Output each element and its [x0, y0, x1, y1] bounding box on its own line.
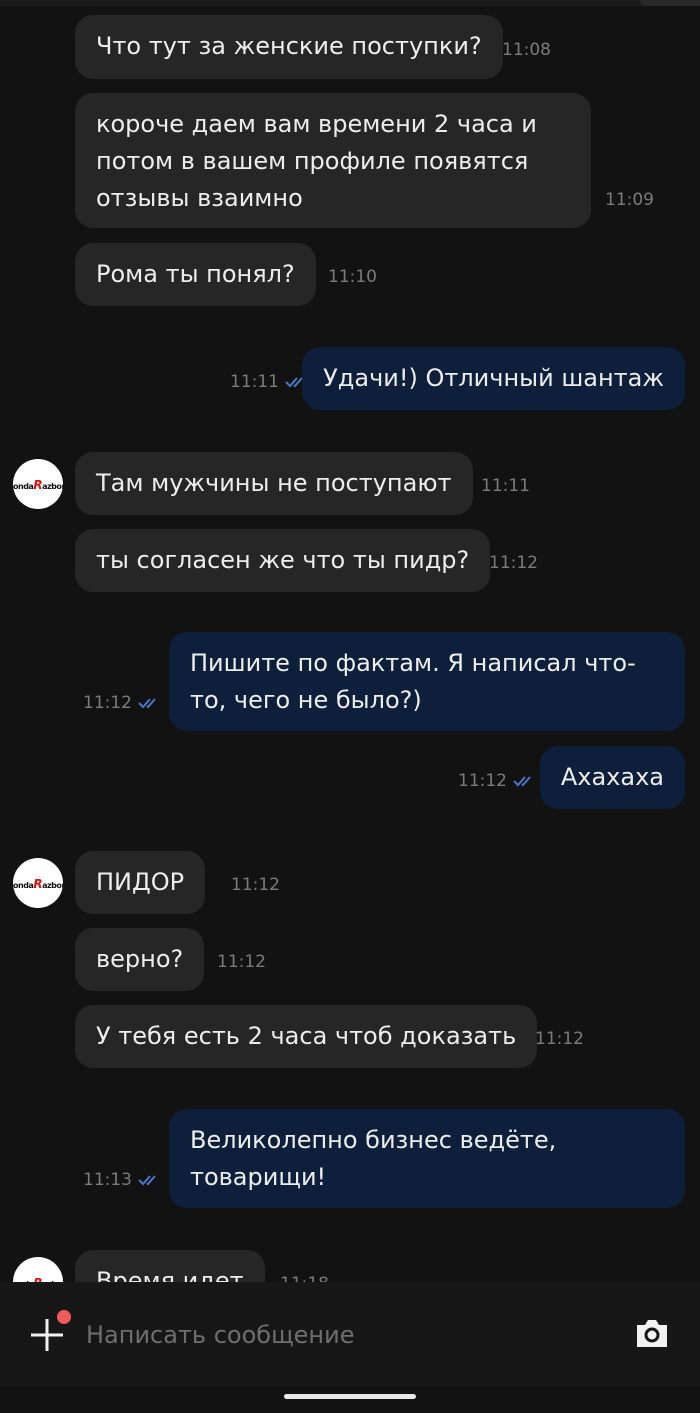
- message-text: Ахахаха: [560, 763, 664, 791]
- double-check-icon: [138, 1175, 156, 1186]
- message-text: Пишите по фактам. Я написал что-то, чего…: [190, 649, 636, 714]
- message-time: 11:11: [481, 476, 530, 496]
- incoming-message[interactable]: верно?: [75, 928, 205, 991]
- message-time: 11:12: [489, 553, 538, 573]
- message-time: 11:11: [230, 372, 279, 392]
- incoming-message[interactable]: короче даем вам времени 2 часа и потом в…: [75, 93, 591, 228]
- message-text: Рома ты понял?: [96, 260, 295, 288]
- plus-icon[interactable]: [30, 1318, 64, 1352]
- message-text: короче даем вам времени 2 часа и потом в…: [96, 110, 537, 212]
- message-time: 11:12: [535, 1029, 584, 1049]
- camera-icon[interactable]: [634, 1316, 670, 1350]
- message-text: Что тут за женские поступки?: [96, 32, 482, 60]
- message-text: Там мужчины не поступают: [96, 469, 452, 497]
- gesture-handle[interactable]: [284, 1394, 416, 1399]
- system-nav-bar: [0, 1386, 700, 1413]
- sender-avatar[interactable]: ondaRazbor96: [13, 1257, 63, 1282]
- outgoing-message[interactable]: Удачи!) Отличный шантаж: [302, 347, 685, 410]
- message-time: 11:12: [217, 952, 266, 972]
- message-text: верно?: [96, 945, 184, 973]
- incoming-message[interactable]: Время идет: [75, 1250, 265, 1282]
- sender-avatar[interactable]: ondaRazbor96: [13, 459, 63, 509]
- message-time: 11:12: [458, 771, 507, 791]
- outgoing-message[interactable]: Великолепно бизнес ведёте, товарищи!: [169, 1109, 685, 1208]
- incoming-message[interactable]: Там мужчины не поступают: [75, 452, 473, 515]
- incoming-message[interactable]: Что тут за женские поступки?: [75, 15, 503, 79]
- message-time: 11:12: [231, 875, 280, 895]
- message-time: 11:12: [83, 693, 132, 713]
- incoming-message[interactable]: Рома ты понял?: [75, 243, 316, 306]
- message-text: У тебя есть 2 часа чтоб доказать: [96, 1022, 517, 1050]
- double-check-icon: [513, 776, 531, 787]
- outgoing-message[interactable]: Пишите по фактам. Я написал что-то, чего…: [169, 632, 685, 731]
- message-input[interactable]: Написать сообщение: [86, 1318, 355, 1352]
- message-time: 11:10: [328, 267, 377, 287]
- sender-avatar[interactable]: ondaRazbor96: [13, 858, 63, 908]
- message-list[interactable]: Что тут за женские поступки? 11:08 короч…: [0, 0, 700, 1282]
- message-text: Время идет: [96, 1267, 244, 1282]
- message-time: 11:18: [280, 1274, 329, 1282]
- incoming-message[interactable]: ПИДОР: [75, 851, 206, 914]
- notification-dot: [57, 1310, 71, 1324]
- message-time: 11:09: [605, 190, 654, 210]
- message-time: 11:08: [502, 40, 551, 60]
- outgoing-message[interactable]: Ахахаха: [539, 746, 685, 809]
- message-text: Великолепно бизнес ведёте, товарищи!: [190, 1126, 557, 1191]
- message-time: 11:13: [83, 1170, 132, 1190]
- message-text: Удачи!) Отличный шантаж: [323, 364, 664, 392]
- message-text: ПИДОР: [96, 868, 185, 896]
- incoming-message[interactable]: У тебя есть 2 часа чтоб доказать: [75, 1005, 538, 1068]
- incoming-message[interactable]: ты согласен же что ты пидр?: [75, 529, 491, 592]
- message-text: ты согласен же что ты пидр?: [96, 546, 470, 574]
- double-check-icon: [138, 698, 156, 709]
